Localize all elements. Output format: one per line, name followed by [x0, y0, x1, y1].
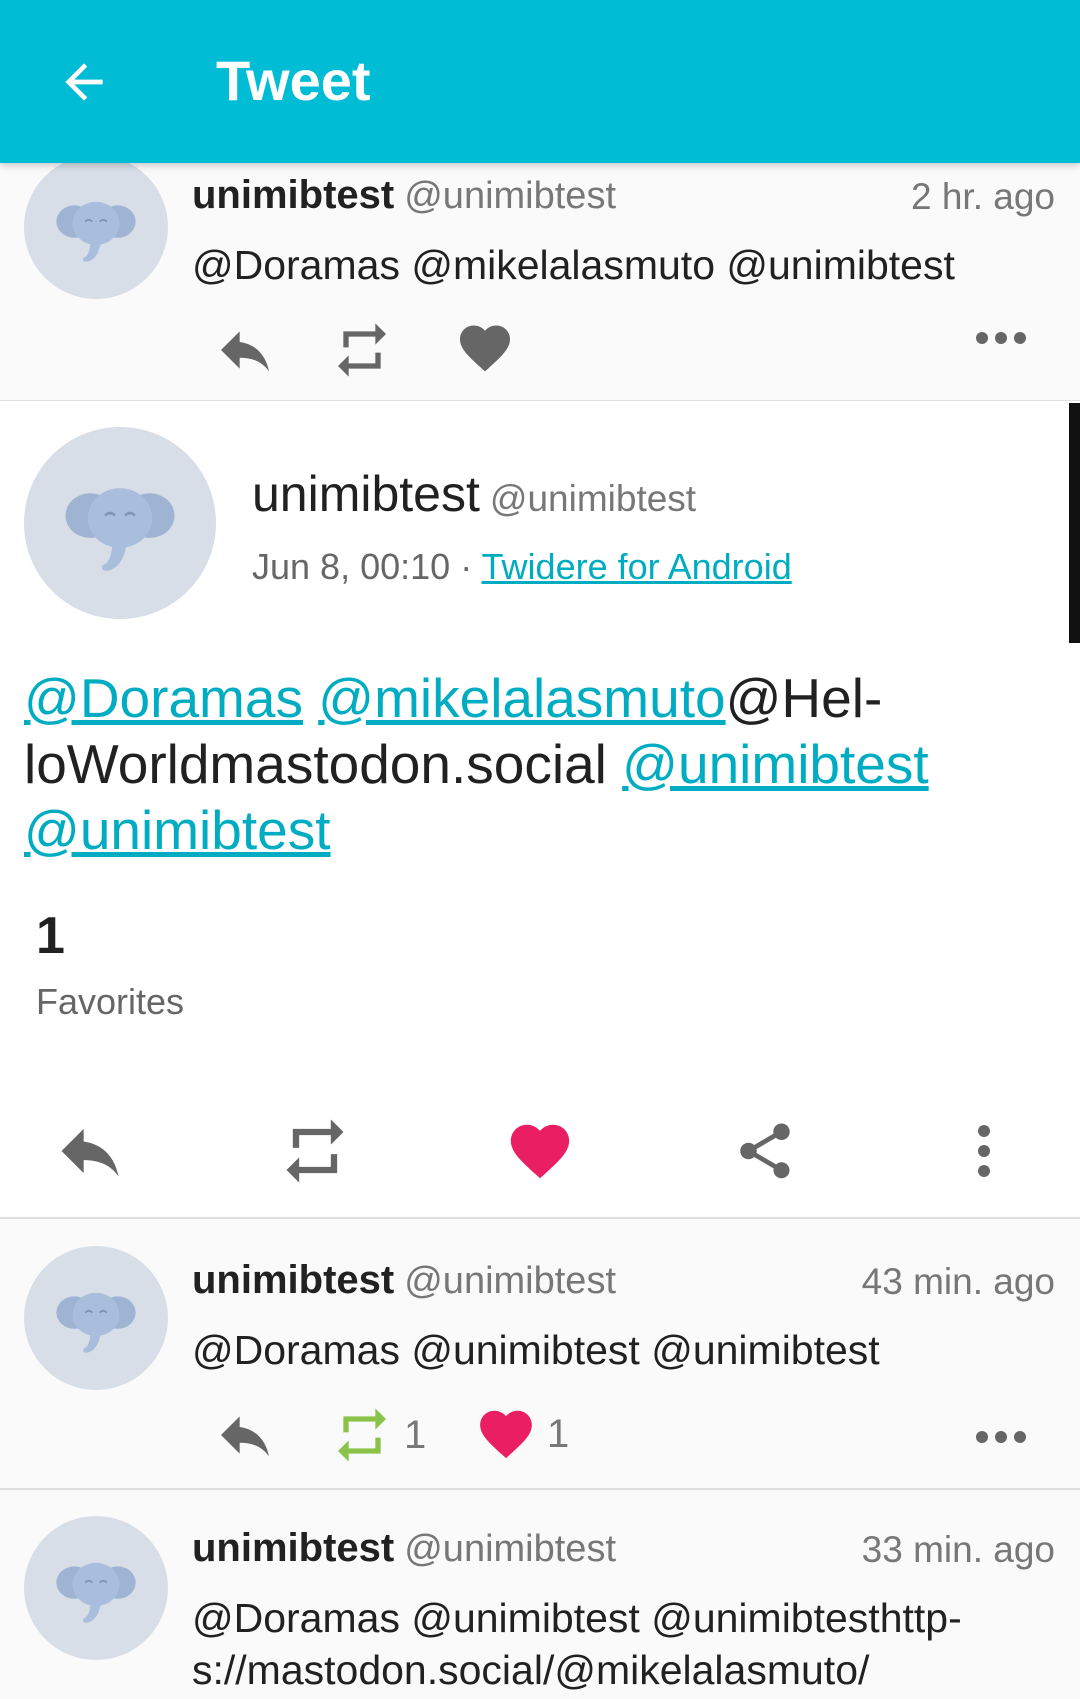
mention-link[interactable]: @unimibtest	[622, 733, 929, 795]
app-bar: Tweet	[0, 0, 1080, 163]
favorites-label[interactable]: Favorites	[36, 981, 184, 1023]
share-button[interactable]	[715, 1101, 815, 1201]
retweet-icon	[277, 1113, 353, 1189]
reply-icon	[213, 1403, 277, 1467]
body-text: @Hel-	[725, 667, 883, 729]
author-name[interactable]: unimibtest	[252, 466, 480, 522]
elephant-avatar-icon	[51, 1273, 141, 1363]
reply-button[interactable]	[213, 1403, 277, 1467]
favorite-button[interactable]	[490, 1101, 590, 1201]
mention-link[interactable]: @Doramas	[24, 667, 303, 729]
retweet-icon	[330, 1403, 394, 1467]
more-vertical-icon	[978, 1125, 990, 1177]
body-text: loWorldmastodon.social	[24, 733, 607, 795]
tweet-text: @Doramas @mikelalasmuto @unimibtest	[192, 242, 955, 288]
reply-button[interactable]	[40, 1101, 140, 1201]
heart-icon	[505, 1116, 575, 1186]
author-handle: @unimibtest	[404, 175, 616, 217]
more-button[interactable]	[975, 331, 1027, 345]
retweet-button[interactable]	[330, 318, 394, 382]
elephant-avatar-icon	[51, 182, 141, 272]
author-name: unimibtest	[192, 173, 395, 217]
tweet-text-line: @Doramas @unimibtest @unimibtesthttp-	[192, 1595, 962, 1641]
reply-icon	[213, 318, 277, 382]
status-date: Jun 8, 00:10	[252, 546, 451, 587]
mention-link[interactable]: @mikelalasmuto	[318, 667, 725, 729]
favorites-count[interactable]: 1	[36, 906, 65, 966]
arrow-left-icon	[65, 63, 103, 101]
retweet-button[interactable]	[265, 1101, 365, 1201]
tweet-row-parent[interactable]: unimibtest @unimibtest 2 hr. ago @Doramas…	[0, 155, 1080, 402]
elephant-avatar-icon	[58, 461, 182, 585]
scrollbar[interactable]	[1069, 403, 1080, 643]
more-button[interactable]	[975, 1430, 1027, 1444]
author-handle: @unimibtest	[404, 1528, 616, 1570]
author-name: unimibtest	[192, 1258, 395, 1302]
page-title: Tweet	[216, 49, 371, 112]
avatar[interactable]	[24, 1516, 168, 1660]
retweet-button[interactable]: 1	[330, 1403, 426, 1467]
tweet-text: @Doramas @unimibtest @unimibtest	[192, 1327, 880, 1373]
more-vertical-button[interactable]	[934, 1101, 1034, 1201]
elephant-avatar-icon	[51, 1543, 141, 1633]
tweet-row-reply[interactable]: unimibtest @unimibtest 43 min. ago @Doram…	[0, 1220, 1080, 1490]
tweet-text-line: s://mastodon.social/@mikelalasmuto/	[192, 1647, 870, 1693]
timestamp: 2 hr. ago	[910, 176, 1055, 217]
share-icon	[732, 1118, 798, 1184]
favorite-button[interactable]: 1	[475, 1403, 569, 1465]
more-horizontal-icon	[976, 332, 1026, 344]
heart-icon	[475, 1403, 537, 1465]
retweet-count: 1	[404, 1412, 427, 1457]
author-handle: @unimibtest	[404, 1260, 616, 1302]
favorite-button[interactable]	[455, 318, 515, 378]
author-name: unimibtest	[192, 1526, 395, 1570]
status-detail: unimibtest @unimibtest Jun 8, 00:10 · Twi…	[0, 401, 1080, 1219]
avatar[interactable]	[24, 427, 216, 619]
back-button[interactable]	[52, 50, 116, 114]
avatar[interactable]	[24, 1246, 168, 1390]
mention-link[interactable]: @unimibtest	[24, 799, 331, 861]
meta-separator: ·	[460, 546, 473, 587]
author-handle[interactable]: @unimibtest	[490, 478, 696, 519]
tweet-row-reply[interactable]: unimibtest @unimibtest 33 min. ago @Doram…	[0, 1490, 1080, 1699]
heart-icon	[455, 318, 515, 378]
avatar[interactable]	[24, 155, 168, 299]
status-body: @Doramas @mikelalasmuto@Hel- loWorldmast…	[24, 665, 1024, 863]
tweet-text: @Doramas @unimibtest @unimibtesthttp- s:…	[192, 1592, 1052, 1696]
timestamp: 43 min. ago	[861, 1261, 1055, 1302]
timestamp: 33 min. ago	[861, 1529, 1055, 1570]
reply-icon	[52, 1113, 128, 1189]
source-link[interactable]: Twidere for Android	[482, 546, 792, 587]
favorite-count: 1	[547, 1411, 570, 1456]
retweet-icon	[330, 318, 394, 382]
reply-button[interactable]	[213, 318, 277, 382]
more-horizontal-icon	[976, 1431, 1026, 1443]
